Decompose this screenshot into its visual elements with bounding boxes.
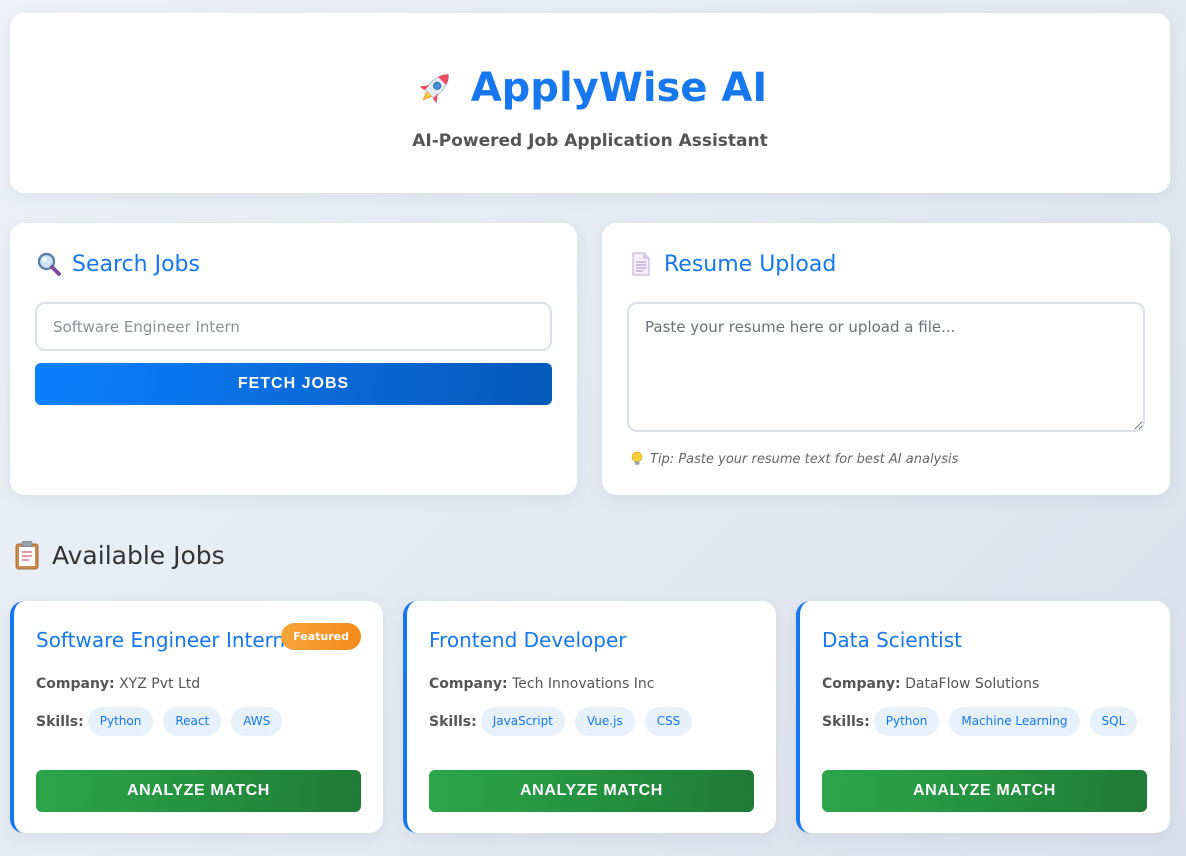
app-header: ApplyWise AI AI-Powered Job Application …	[10, 13, 1170, 193]
job-card: Frontend Developer Company: Tech Innovat…	[403, 601, 776, 833]
job-skills: Skills: JavaScript Vue.js CSS	[429, 707, 693, 736]
resume-upload-heading: Resume Upload	[628, 251, 836, 277]
job-card: Data Scientist Company: DataFlow Solutio…	[796, 601, 1170, 833]
company-name: XYZ Pvt Ltd	[119, 676, 201, 692]
skills-label: Skills:	[822, 713, 870, 730]
skill-tag: React	[163, 707, 222, 736]
company-label: Company:	[36, 676, 115, 692]
job-company: Company: DataFlow Solutions	[822, 676, 1039, 692]
skill-tag: Machine Learning	[949, 707, 1080, 736]
resume-upload-title: Resume Upload	[664, 251, 837, 277]
resume-tip-text: Tip: Paste your resume text for best AI …	[650, 451, 959, 467]
search-jobs-heading: Search Jobs	[36, 251, 200, 277]
skills-label: Skills:	[36, 713, 84, 730]
job-title[interactable]: Software Engineer Intern	[36, 628, 285, 652]
skill-tag: Vue.js	[574, 707, 635, 736]
search-jobs-panel: Search Jobs FETCH JOBS	[10, 223, 577, 495]
job-card: Software Engineer Intern Featured Compan…	[10, 601, 383, 833]
job-title[interactable]: Data Scientist	[822, 628, 962, 652]
title-row: ApplyWise AI	[10, 65, 1170, 111]
app-subtitle: AI-Powered Job Application Assistant	[412, 131, 768, 151]
skill-tag: SQL	[1089, 707, 1138, 736]
rocket-icon	[413, 66, 457, 110]
skill-tag: Python	[87, 707, 154, 736]
job-title[interactable]: Frontend Developer	[429, 628, 626, 652]
job-skills: Skills: Python Machine Learning SQL	[822, 707, 1138, 736]
company-name: DataFlow Solutions	[905, 676, 1040, 692]
job-company: Company: Tech Innovations Inc	[429, 676, 654, 692]
skill-tag: JavaScript	[480, 707, 565, 736]
skill-tag: AWS	[231, 707, 283, 736]
company-label: Company:	[822, 676, 901, 692]
clipboard-icon	[14, 540, 40, 570]
job-company: Company: XYZ Pvt Ltd	[36, 676, 200, 692]
available-jobs-heading: Available Jobs	[14, 540, 225, 570]
featured-badge: Featured	[281, 623, 361, 650]
available-jobs-title: Available Jobs	[52, 540, 225, 570]
search-jobs-title: Search Jobs	[72, 251, 200, 277]
magnifier-icon	[36, 251, 62, 277]
resume-textarea[interactable]	[627, 302, 1145, 432]
resume-tip: Tip: Paste your resume text for best AI …	[630, 451, 958, 467]
app-title: ApplyWise AI	[470, 65, 768, 111]
skill-tag: Python	[873, 707, 940, 736]
company-name: Tech Innovations Inc	[512, 676, 655, 692]
lightbulb-icon	[630, 451, 644, 467]
job-search-input[interactable]	[35, 302, 552, 351]
job-skills: Skills: Python React AWS	[36, 707, 283, 736]
analyze-match-button[interactable]: ANALYZE MATCH	[429, 770, 754, 812]
document-icon	[628, 251, 654, 277]
analyze-match-button[interactable]: ANALYZE MATCH	[822, 770, 1147, 812]
resume-upload-panel: Resume Upload Tip: Paste your resume tex…	[602, 223, 1170, 495]
company-label: Company:	[429, 676, 508, 692]
skills-label: Skills:	[429, 713, 477, 730]
fetch-jobs-button[interactable]: FETCH JOBS	[35, 363, 552, 405]
skill-tag: CSS	[644, 707, 693, 736]
analyze-match-button[interactable]: ANALYZE MATCH	[36, 770, 361, 812]
